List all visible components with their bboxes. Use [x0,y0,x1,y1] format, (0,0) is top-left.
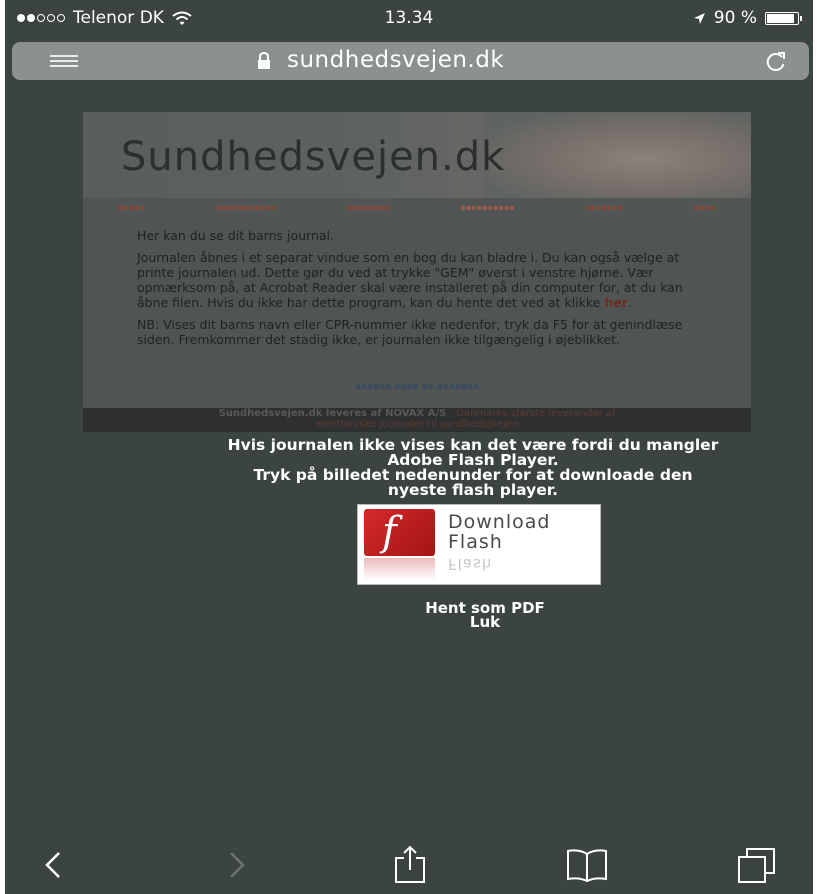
lock-icon [258,52,270,69]
site-logo: Sundhedsvejen.dk [121,134,506,180]
reload-icon[interactable] [765,51,787,73]
status-time: 13.34 [384,8,434,28]
signature-line: ▪▪▪▪▪▪ ▪▪▪▪ ▪▪ ▪▪▪▪▪▪▪ [354,382,480,392]
phone-screen: Telenor DK 13.34 90 % sundhedsvejen.dk S… [5,0,813,894]
address-bar: sundhedsvejen.dk [5,40,813,90]
battery-icon [765,11,802,25]
nav-item[interactable]: ▪▪▪▪▪ [118,203,145,212]
download-flash-button[interactable]: f Download Flash Flash [357,504,601,585]
message-line: nyeste flash player. [387,481,559,499]
url-field[interactable]: sundhedsvejen.dk [12,42,809,80]
url-text: sundhedsvejen.dk [287,47,505,73]
flash-label-download: Download [448,511,551,533]
location-arrow-icon [693,12,705,24]
flash-logo-reflection [364,558,435,580]
nav-item[interactable]: ▪▪▪▪▪▪▪ [585,203,623,212]
nav-item[interactable]: ▪▪▪▪ [694,203,716,212]
close-link[interactable]: Luk [385,615,585,630]
info-paragraph: Journalen åbnes i et separat vindue som … [137,250,683,310]
battery-percent: 90 % [713,8,757,28]
flash-logo-icon: f [364,509,435,556]
flash-label-flash: Flash [448,531,503,553]
embedded-nav: ▪▪▪▪▪ ▪▪▪▪▪▪▪▪▪▪▪ ▪▪▪▪▪▪▪▪ ▪▪▪▪▪▪▪▪▪▪ ▪▪… [83,198,751,216]
flash-label-reflection: Flash [448,555,493,573]
status-right: 90 % [693,8,802,28]
nav-item-active[interactable]: ▪▪▪▪▪▪▪▪▪▪ [460,203,514,212]
reader-menu-icon[interactable] [50,55,78,69]
browser-toolbar [5,836,813,894]
nav-item[interactable]: ▪▪▪▪▪▪▪▪ [346,203,389,212]
nav-item[interactable]: ▪▪▪▪▪▪▪▪▪▪▪ [216,203,276,212]
flash-message: Hvis journalen ikke vises kan det være f… [123,437,813,499]
embedded-page: Sundhedsvejen.dk ▪▪▪▪▪ ▪▪▪▪▪▪▪▪▪▪▪ ▪▪▪▪▪… [83,112,751,432]
bookmarks-icon[interactable] [565,848,609,882]
back-icon[interactable] [41,850,65,880]
her-link[interactable]: her [604,295,628,310]
footer-tag: - Danmarks største leverandør af [446,408,616,419]
footer-brand: Sundhedsvejen.dk leveres af NOVAX A/S [218,408,447,419]
status-bar: Telenor DK 13.34 90 % [5,0,813,38]
footer-line2: elektroniske journaler til sundhedspleje… [315,419,519,430]
page-banner: Sundhedsvejen.dk [83,112,751,198]
info-paragraph: Her kan du se dit barns journal. [137,228,334,243]
info-paragraph: NB: Vises dit barns navn eller CPR-numme… [137,317,683,347]
action-links: Hent som PDF Luk [385,601,585,630]
tabs-icon[interactable] [737,846,777,884]
journal-info: Her kan du se dit barns journal. Journal… [83,216,751,408]
banner-photo [483,112,751,198]
embedded-footer: Sundhedsvejen.dk leveres af NOVAX A/S - … [83,408,751,432]
forward-icon[interactable] [225,850,249,880]
share-icon[interactable] [393,844,427,884]
